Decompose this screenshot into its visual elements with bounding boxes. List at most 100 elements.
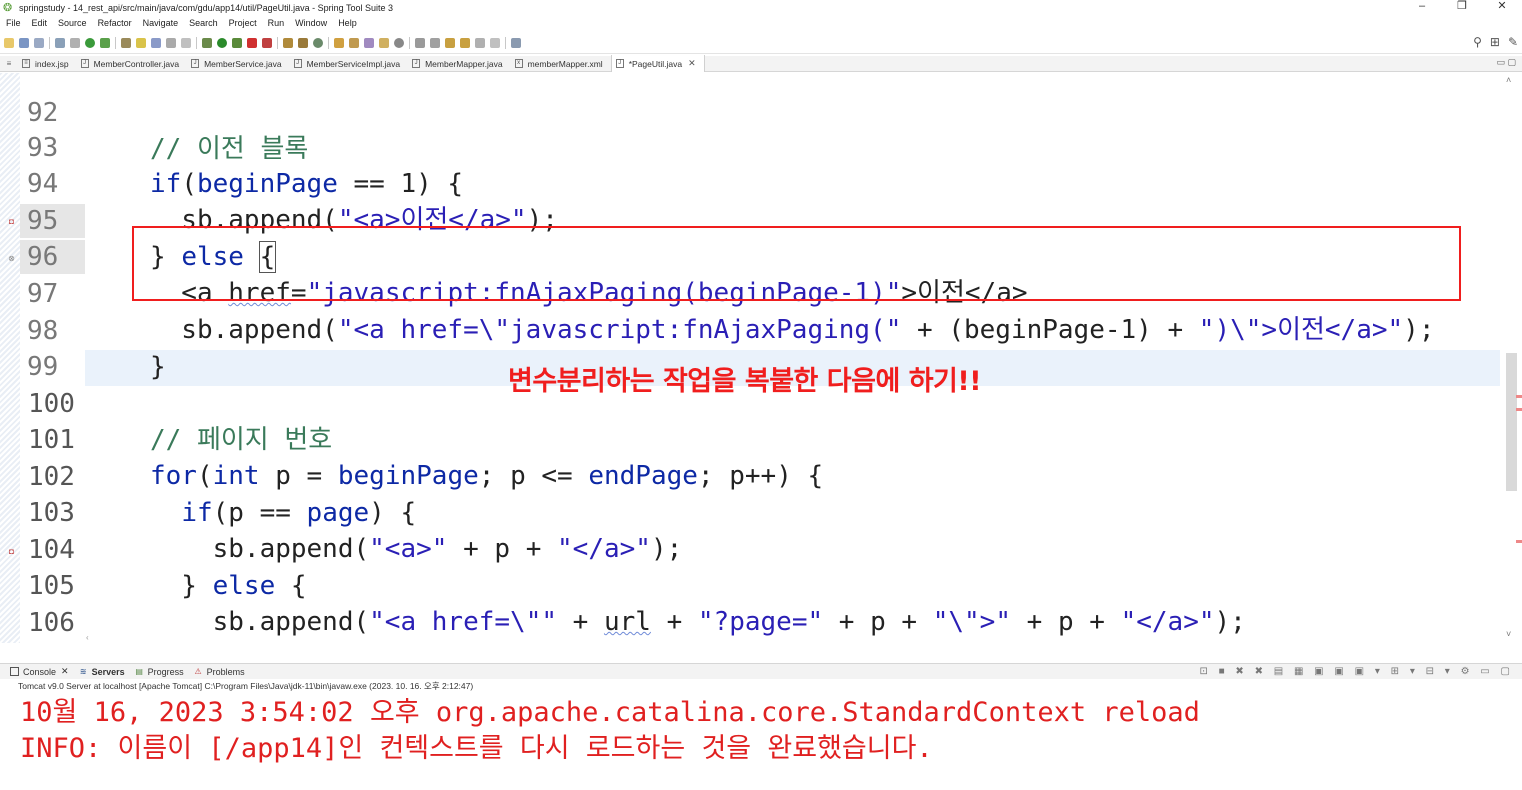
new-package-icon[interactable] xyxy=(298,37,308,48)
tab-member-service-impl[interactable]: J MemberServiceImpl.java xyxy=(290,56,409,72)
code-line-105: 105 sb.append("<a href=\"" + url + "?pag… xyxy=(0,532,1500,637)
menu-project[interactable]: Project xyxy=(229,18,257,28)
menu-run[interactable]: Run xyxy=(268,18,285,28)
server-stop-icon[interactable] xyxy=(262,37,272,48)
print-icon[interactable] xyxy=(55,37,65,48)
scrollbar-thumb[interactable] xyxy=(1506,353,1517,491)
overview-ruler-mark[interactable] xyxy=(1516,408,1522,411)
menu-edit[interactable]: Edit xyxy=(32,18,48,28)
overview-ruler-mark[interactable] xyxy=(1516,540,1522,543)
highlight-icon[interactable] xyxy=(136,37,146,48)
new-project-icon[interactable] xyxy=(283,37,293,48)
next-annotation-icon[interactable] xyxy=(415,37,425,48)
tab-progress[interactable]: ▤ Progress xyxy=(135,667,183,677)
overview-ruler-mark[interactable] xyxy=(1516,395,1522,398)
menu-navigate[interactable]: Navigate xyxy=(143,18,179,28)
scroll-down-icon[interactable]: ˅ xyxy=(1506,629,1511,639)
menu-search[interactable]: Search xyxy=(189,18,218,28)
code-editor[interactable]: ◘ ⊗ ◘ 92 // 이전 블록 93 if(beginPage == 1) … xyxy=(0,73,1522,643)
search-icon[interactable]: ⚲ xyxy=(1473,35,1482,49)
window-title: springstudy - 14_rest_api/src/main/java/… xyxy=(19,2,394,13)
perspective-open-icon[interactable]: ⊞ xyxy=(1490,35,1500,49)
close-button[interactable]: ✕ xyxy=(1482,0,1522,15)
tab-problems[interactable]: ⚠ Problems xyxy=(194,667,245,677)
globe-icon[interactable] xyxy=(394,37,404,48)
toolbar-separator xyxy=(196,36,197,49)
tab-member-service[interactable]: J MemberService.java xyxy=(187,56,289,72)
prev-annotation-icon[interactable] xyxy=(430,37,440,48)
spring-perspective-icon[interactable]: ✎ xyxy=(1508,35,1518,49)
tab-page-util[interactable]: J *PageUtil.java ✕ xyxy=(610,55,705,72)
save-all-icon[interactable] xyxy=(34,37,44,48)
tab-member-mapper-xml[interactable]: x memberMapper.xml xyxy=(511,56,611,72)
pin-icon[interactable] xyxy=(121,37,131,48)
code-line-95: 95 } else { xyxy=(0,167,1500,273)
minimize-button[interactable]: – xyxy=(1402,0,1442,15)
java-file-icon: J xyxy=(615,59,624,68)
tab-member-controller[interactable]: J MemberController.java xyxy=(77,56,188,72)
spring-logo-icon: ❂ xyxy=(3,1,13,14)
tab-label: MemberController.java xyxy=(93,58,180,69)
minimize-maximize-icon[interactable]: ▭ ▢ xyxy=(1496,57,1516,68)
back-icon[interactable] xyxy=(445,37,455,48)
editor-menu-icon[interactable]: ≡ xyxy=(0,59,18,68)
tab-label: Console xyxy=(23,666,57,677)
tab-servers[interactable]: ≋ Servers xyxy=(79,667,125,677)
editor-tab-bar: ≡ ≡ index.jsp J MemberController.java J … xyxy=(0,55,1522,72)
console-output[interactable]: 10월 16, 2023 3:54:02 오후 org.apache.catal… xyxy=(0,693,1522,790)
java-file-icon: J xyxy=(293,59,302,68)
restore-button[interactable]: ❐ xyxy=(1442,0,1482,15)
toolbar-separator xyxy=(277,36,278,49)
run-external-icon[interactable] xyxy=(232,37,242,48)
pin-editor-icon[interactable] xyxy=(511,37,521,48)
history-forward-icon[interactable] xyxy=(490,37,500,48)
forward-icon[interactable] xyxy=(460,37,470,48)
tab-member-mapper-java[interactable]: J MemberMapper.java xyxy=(408,56,510,72)
annotation-text: 변수분리하는 작업을 복붙한 다음에 하기!! xyxy=(508,366,982,397)
save-icon[interactable] xyxy=(19,37,29,48)
run-icon[interactable] xyxy=(217,37,227,48)
console-toolbar-icons[interactable]: ⊡ ■ ✖ ✖ ▤ ▦ ▣ ▣ ▣ ▾ ⊞ ▾ ⊟ ▾ ⚙ ▭ ▢ xyxy=(1199,666,1514,677)
refresh-icon[interactable] xyxy=(100,37,110,48)
whitespace-icon[interactable] xyxy=(181,37,191,48)
new-class-icon[interactable] xyxy=(313,37,323,48)
close-icon[interactable]: ✕ xyxy=(61,666,69,677)
java-file-icon: J xyxy=(80,59,89,68)
code-line-93: 93 if(beginPage == 1) { xyxy=(0,94,1500,199)
code-line-99: 99 xyxy=(0,313,1500,382)
new-file-icon[interactable] xyxy=(4,37,14,48)
menu-refactor[interactable]: Refactor xyxy=(98,18,132,28)
scroll-left-icon[interactable]: ‹ xyxy=(86,633,89,642)
code-line-94: 94 sb.append("<a>이전</a>"); xyxy=(0,130,1500,235)
debug-icon[interactable] xyxy=(202,37,212,48)
main-toolbar: ⚲ ⊞ ✎ xyxy=(0,32,1522,54)
code-line-102: 102 if(p == page) { xyxy=(0,423,1500,528)
progress-icon: ▤ xyxy=(135,667,143,676)
boot-dashboard-icon[interactable] xyxy=(85,37,95,48)
vertical-scrollbar[interactable]: ˄ ˅ xyxy=(1504,73,1518,643)
menu-file[interactable]: File xyxy=(6,18,21,28)
open-resource-icon[interactable] xyxy=(349,37,359,48)
menu-help[interactable]: Help xyxy=(338,18,357,28)
scroll-up-icon[interactable]: ˄ xyxy=(1506,75,1511,85)
code-line-103: 103 sb.append("<a>" + p + "</a>"); xyxy=(0,459,1500,564)
tab-label: MemberMapper.java xyxy=(425,58,503,69)
stop-icon[interactable] xyxy=(247,37,257,48)
tab-label: *PageUtil.java xyxy=(628,58,683,69)
tab-label: Servers xyxy=(91,666,125,677)
toolbar-right: ⚲ ⊞ ✎ xyxy=(1465,35,1518,49)
menu-window[interactable]: Window xyxy=(295,18,327,28)
search-tool-icon[interactable] xyxy=(364,37,374,48)
close-icon[interactable]: ✕ xyxy=(688,58,696,69)
servers-icon: ≋ xyxy=(79,667,87,676)
open-type-icon[interactable] xyxy=(334,37,344,48)
toggle-icon[interactable] xyxy=(70,37,80,48)
horizontal-scrollbar[interactable]: ‹ xyxy=(86,633,1506,643)
tab-console[interactable]: Console ✕ xyxy=(10,666,69,677)
toggle-mark-icon[interactable] xyxy=(151,37,161,48)
open-folder-icon[interactable] xyxy=(379,37,389,48)
menu-source[interactable]: Source xyxy=(58,18,87,28)
tab-index-jsp[interactable]: ≡ index.jsp xyxy=(18,56,77,72)
block-select-icon[interactable] xyxy=(166,37,176,48)
history-back-icon[interactable] xyxy=(475,37,485,48)
